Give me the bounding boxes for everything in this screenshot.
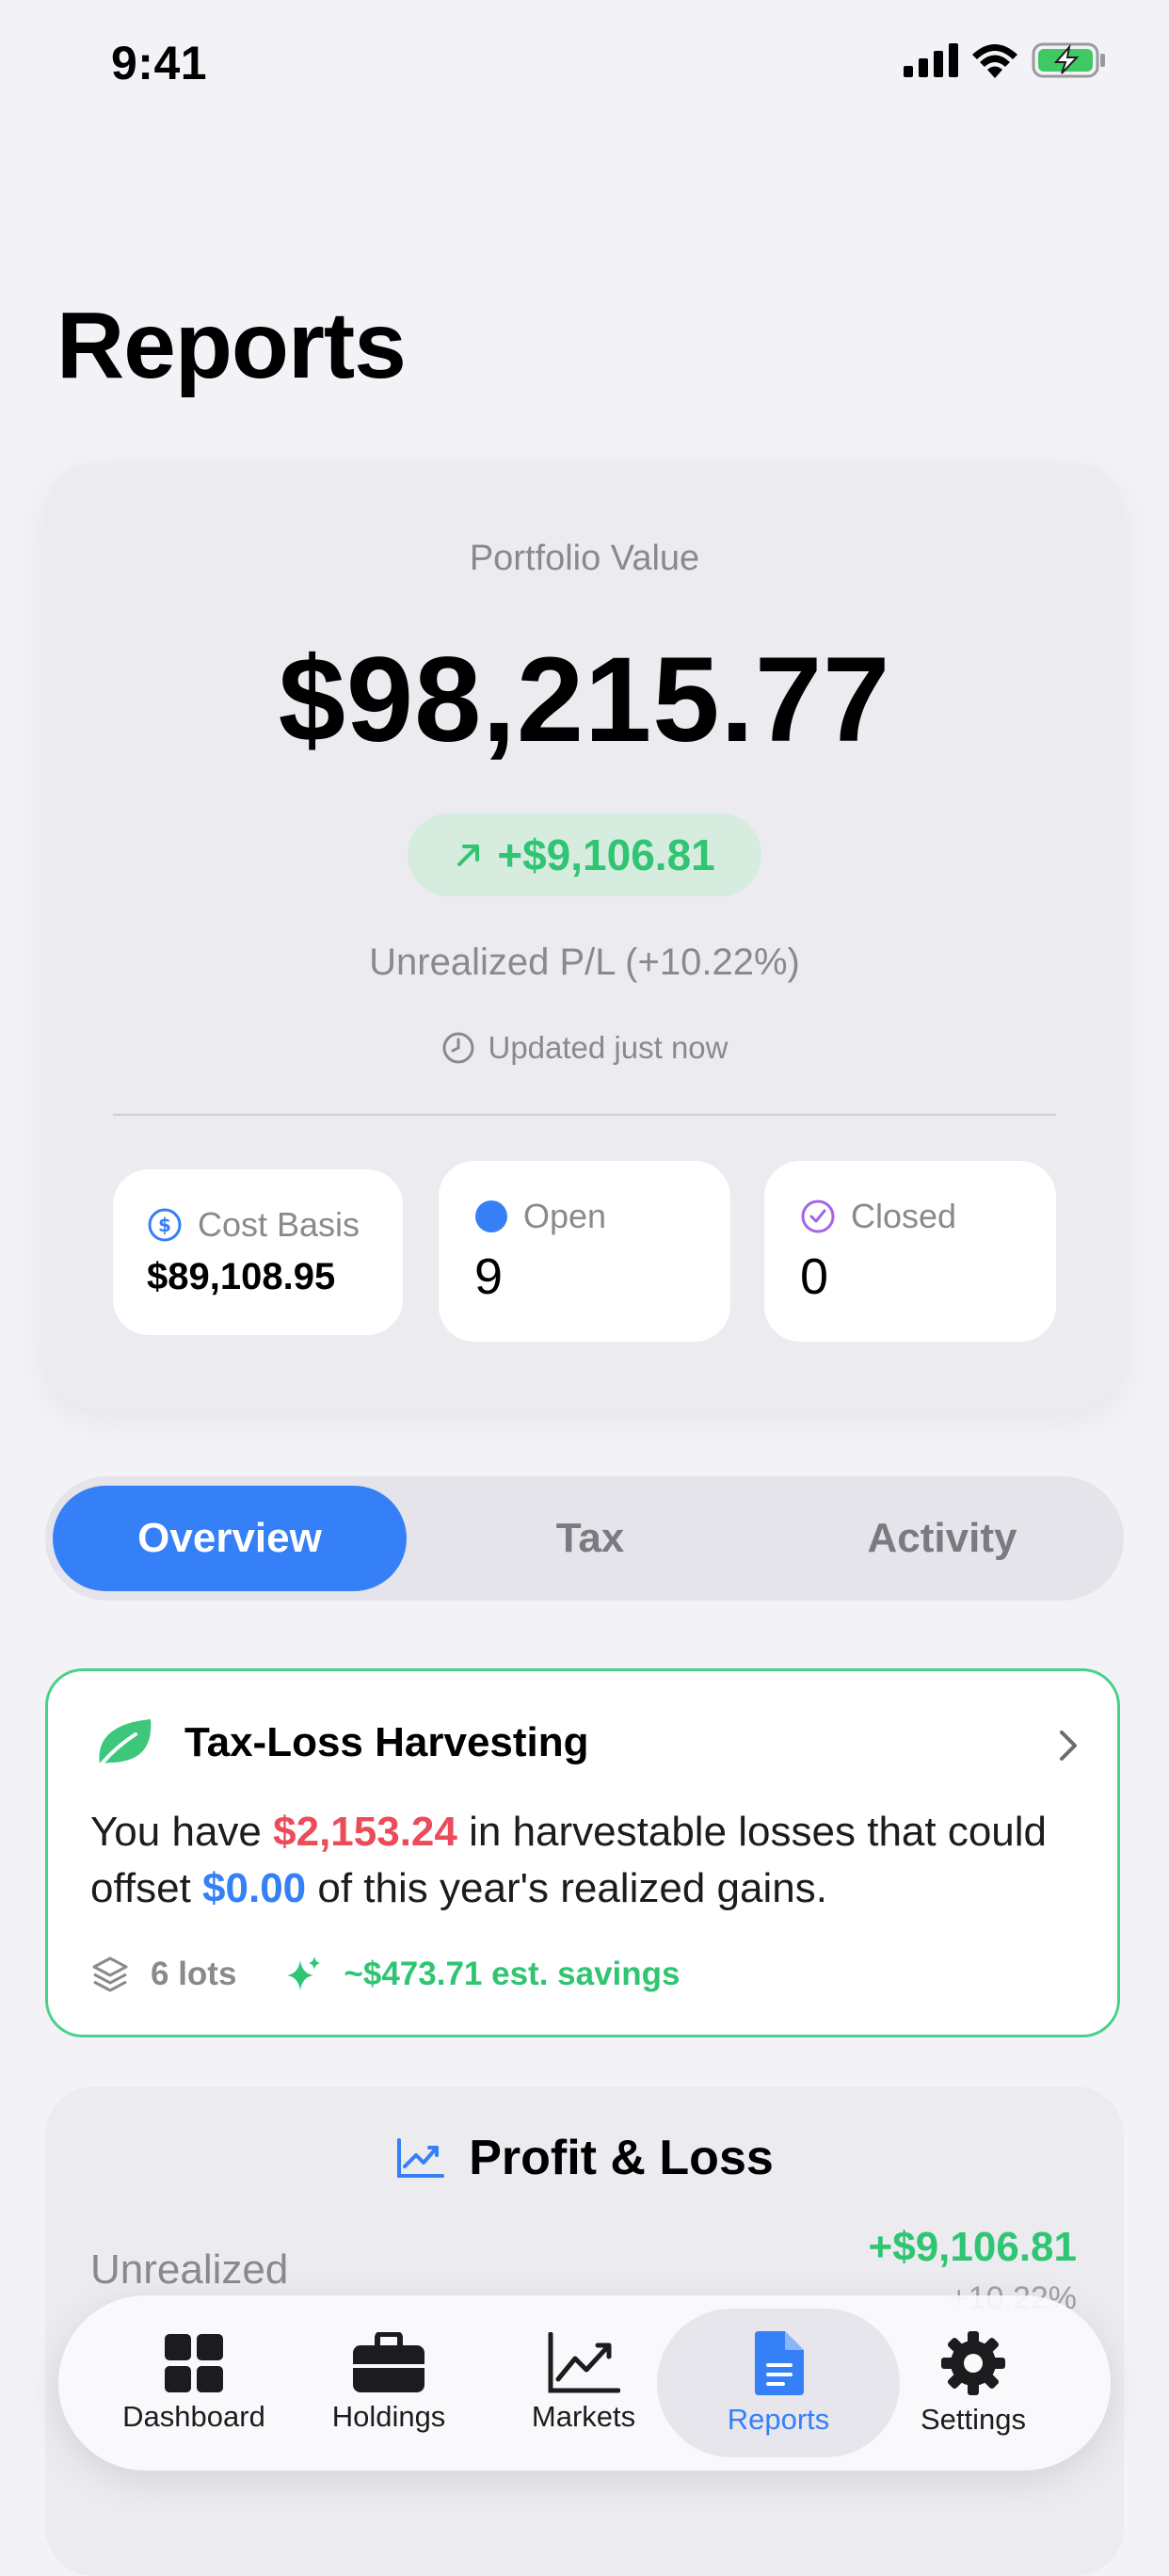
- clock-icon: [442, 1032, 473, 1064]
- grid-icon: [165, 2334, 223, 2392]
- closed-positions-tile: Closed 0: [764, 1161, 1056, 1342]
- leaf-icon: [96, 1719, 152, 1770]
- unrealized-change-value: +$9,106.81: [497, 830, 715, 879]
- tab-markets-label: Markets: [531, 2400, 636, 2433]
- segment-activity[interactable]: Activity: [766, 1476, 1118, 1601]
- briefcase-icon: [353, 2332, 424, 2392]
- wifi-icon: [972, 44, 1017, 78]
- tab-settings-label: Settings: [920, 2403, 1026, 2436]
- tab-holdings-label: Holdings: [331, 2400, 446, 2433]
- harvestable-losses-amount: $2,153.24: [273, 1809, 457, 1855]
- tax-loss-title: Tax-Loss Harvesting: [184, 1719, 589, 1765]
- closed-value: 0: [800, 1248, 829, 1305]
- unrealized-pl-label: Unrealized P/L (+10.22%): [369, 942, 800, 983]
- document-icon: [755, 2331, 804, 2395]
- segment-tax[interactable]: Tax: [414, 1476, 766, 1601]
- tax-loss-footer: 6 lots ~$473.71 est. savings: [90, 1955, 680, 1994]
- check-circle-icon: [801, 1199, 835, 1233]
- profit-loss-header: Profit & Loss: [0, 2130, 1169, 2186]
- estimated-savings: ~$473.71 est. savings: [344, 1956, 681, 1992]
- sparkles-icon: [287, 1956, 321, 1990]
- unrealized-change-badge: +$9,106.81: [408, 813, 761, 896]
- dollar-circle-icon: $: [148, 1208, 182, 1242]
- tab-dashboard-label: Dashboard: [122, 2400, 265, 2433]
- tax-loss-text-suffix: of this year's realized gains.: [306, 1865, 827, 1911]
- cost-basis-tile: $ Cost Basis $89,108.95: [113, 1169, 403, 1335]
- svg-text:$: $: [158, 1214, 171, 1236]
- tab-reports[interactable]: Reports: [684, 2310, 873, 2455]
- status-time: 9:41: [111, 37, 208, 89]
- layers-icon: [92, 1956, 128, 1992]
- pl-unrealized-label: Unrealized: [90, 2246, 289, 2293]
- open-label: Open: [523, 1197, 607, 1235]
- arrow-up-right-icon: [457, 845, 480, 866]
- updated-text: Updated just now: [488, 1030, 729, 1065]
- chart-trend-icon: [397, 2138, 445, 2178]
- open-positions-tile: Open 9: [439, 1161, 730, 1342]
- segment-overview[interactable]: Overview: [53, 1486, 407, 1591]
- portfolio-value: $98,215.77: [278, 633, 891, 767]
- tax-loss-text-prefix: You have: [90, 1809, 274, 1855]
- open-value: 9: [474, 1248, 504, 1305]
- updated-status: Updated just now: [0, 1030, 1169, 1066]
- filled-circle-icon: [475, 1200, 507, 1232]
- cost-basis-value: $89,108.95: [147, 1256, 336, 1297]
- tab-dashboard[interactable]: Dashboard: [100, 2310, 288, 2455]
- offset-gains-amount: $0.00: [202, 1865, 307, 1911]
- page-title: Reports: [56, 293, 407, 398]
- tax-loss-description: You have $2,153.24 in harvestable losses…: [90, 1804, 1069, 1917]
- battery-charging-icon: [1032, 42, 1105, 78]
- portfolio-value-label: Portfolio Value: [469, 539, 700, 578]
- segmented-control: Overview Tax Activity: [45, 1476, 1124, 1601]
- lots-count: 6 lots: [151, 1956, 237, 1992]
- profit-loss-title: Profit & Loss: [469, 2131, 774, 2185]
- tab-settings[interactable]: Settings: [879, 2310, 1067, 2455]
- tab-reports-label: Reports: [727, 2403, 830, 2436]
- chevron-right-icon[interactable]: [1054, 1729, 1081, 1763]
- tab-markets[interactable]: Markets: [489, 2310, 678, 2455]
- tab-holdings[interactable]: Holdings: [295, 2310, 483, 2455]
- chart-line-up-icon: [548, 2332, 620, 2393]
- signal-icon: [904, 43, 958, 77]
- gear-icon: [941, 2331, 1005, 2395]
- cost-basis-label: Cost Basis: [198, 1205, 360, 1244]
- closed-label: Closed: [851, 1197, 957, 1235]
- card-divider: [113, 1114, 1056, 1116]
- status-icons: [904, 41, 1107, 79]
- pl-unrealized-value: +$9,106.81: [868, 2224, 1077, 2270]
